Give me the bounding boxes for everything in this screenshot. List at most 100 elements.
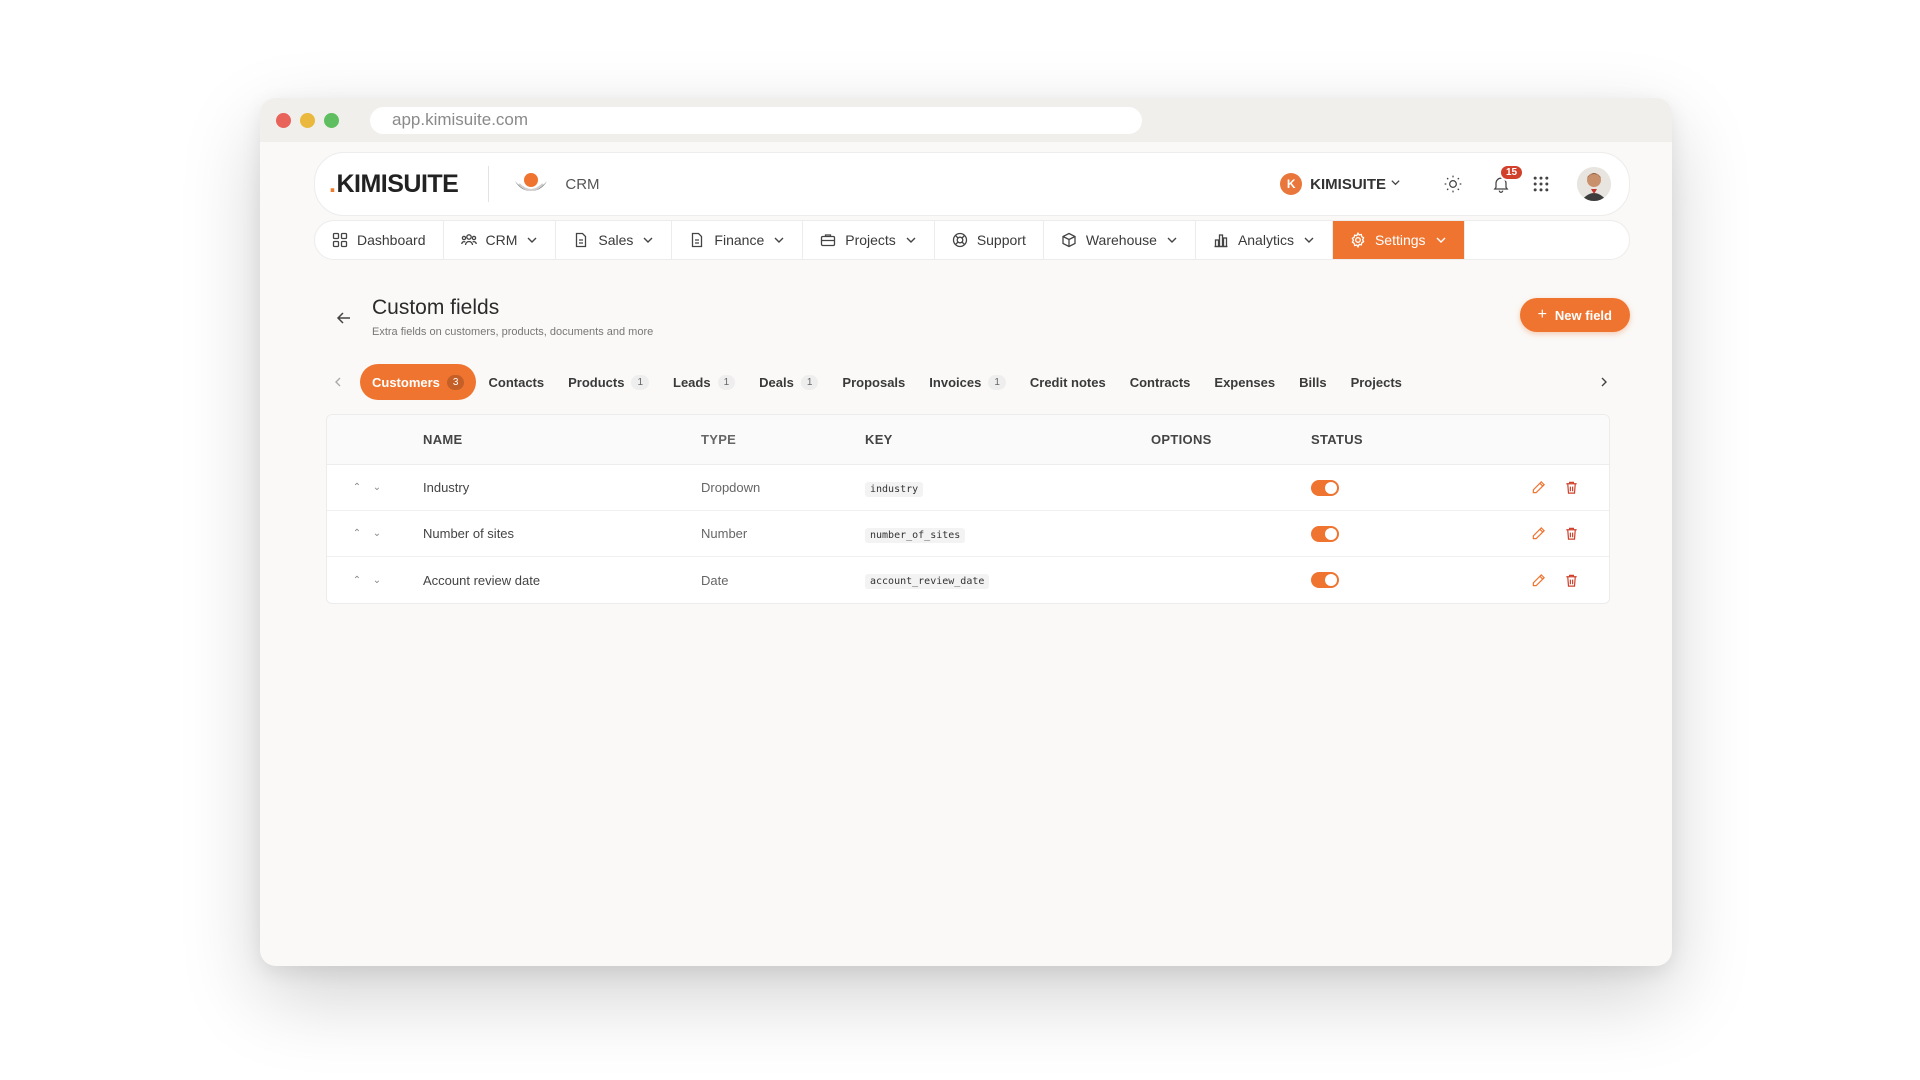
row-actions bbox=[1521, 573, 1609, 588]
status-toggle[interactable] bbox=[1311, 525, 1339, 542]
brand-dot: . bbox=[329, 169, 336, 198]
brand-logo[interactable]: . KIMISUITE bbox=[329, 169, 459, 199]
move-up-icon[interactable]: ⌃ bbox=[351, 528, 363, 539]
dashboard-icon bbox=[332, 232, 348, 248]
move-up-icon[interactable]: ⌃ bbox=[351, 482, 363, 493]
status-cell bbox=[1311, 525, 1521, 542]
edit-icon[interactable] bbox=[1531, 526, 1546, 541]
menu-item-projects[interactable]: Projects bbox=[803, 221, 935, 259]
page-title: Custom fields bbox=[372, 296, 500, 319]
edit-icon[interactable] bbox=[1531, 480, 1546, 495]
menu-label: Projects bbox=[845, 232, 896, 248]
box-icon bbox=[1062, 232, 1076, 248]
field-key-cell: industry bbox=[865, 479, 1151, 497]
trash-icon[interactable] bbox=[1564, 526, 1579, 541]
chevron-right-icon[interactable] bbox=[1594, 372, 1614, 392]
field-name: Account review date bbox=[423, 572, 541, 588]
move-down-icon[interactable]: ⌄ bbox=[371, 528, 383, 539]
row-actions bbox=[1521, 480, 1609, 495]
tab-deals[interactable]: Deals 1 bbox=[747, 364, 830, 400]
tab-customers[interactable]: Customers 3 bbox=[360, 364, 477, 400]
table-row: ⌃ ⌄ Number of sites Number number_of_sit… bbox=[327, 511, 1609, 557]
menu-item-settings[interactable]: Settings bbox=[1332, 221, 1465, 259]
tab-leads[interactable]: Leads 1 bbox=[661, 364, 747, 400]
tab-label: Bills bbox=[1299, 374, 1327, 390]
app-container: . KIMISUITE CRM K KIMISUITE 15 Dashboard… bbox=[260, 142, 1672, 604]
tab-credit-notes[interactable]: Credit notes bbox=[1018, 364, 1118, 400]
menu-label: Warehouse bbox=[1085, 232, 1157, 248]
user-avatar[interactable] bbox=[1577, 167, 1611, 201]
plus-icon: + bbox=[1537, 306, 1547, 323]
field-type: Number bbox=[701, 526, 748, 541]
move-down-icon[interactable]: ⌄ bbox=[371, 575, 383, 586]
new-field-button[interactable]: + New field bbox=[1519, 298, 1630, 332]
tab-projects[interactable]: Projects bbox=[1339, 364, 1414, 400]
chevron-down-icon bbox=[774, 237, 784, 243]
organization-switcher[interactable]: K KIMISUITE bbox=[1280, 173, 1401, 195]
new-field-label: New field bbox=[1554, 307, 1612, 323]
bell-icon[interactable]: 15 bbox=[1489, 164, 1525, 196]
tab-proposals[interactable]: Proposals bbox=[830, 364, 917, 400]
menu-item-sales[interactable]: Sales bbox=[556, 221, 673, 259]
status-toggle[interactable] bbox=[1311, 479, 1339, 496]
tab-count: 1 bbox=[631, 374, 650, 390]
status-toggle[interactable] bbox=[1311, 572, 1339, 588]
edit-icon[interactable] bbox=[1531, 573, 1546, 588]
address-bar[interactable]: app.kimisuite.com bbox=[370, 106, 1142, 134]
bar-chart-icon bbox=[1214, 234, 1228, 248]
minimize-window-button[interactable] bbox=[300, 112, 315, 128]
trash-icon[interactable] bbox=[1564, 480, 1579, 495]
menu-label: Settings bbox=[1374, 232, 1426, 248]
tab-contracts[interactable]: Contracts bbox=[1118, 364, 1203, 400]
maximize-window-button[interactable] bbox=[324, 112, 339, 128]
sun-icon[interactable] bbox=[1441, 172, 1465, 196]
tab-label: Deals bbox=[759, 374, 794, 390]
menu-label: Dashboard bbox=[357, 232, 426, 248]
menu-label: Support bbox=[976, 232, 1026, 248]
tab-label: Invoices bbox=[929, 374, 982, 390]
chevron-left-icon[interactable] bbox=[328, 372, 348, 392]
menu-item-warehouse[interactable]: Warehouse bbox=[1044, 221, 1196, 259]
tab-label: Contracts bbox=[1129, 374, 1191, 390]
menu-item-finance[interactable]: Finance bbox=[672, 221, 804, 259]
menu-item-dashboard[interactable]: Dashboard bbox=[315, 221, 444, 259]
chevron-down-icon bbox=[906, 237, 916, 243]
chevron-down-icon bbox=[1167, 237, 1177, 243]
gear-icon bbox=[1351, 232, 1365, 248]
menu-item-crm[interactable]: CRM bbox=[444, 221, 557, 259]
field-key-cell: account_review_date bbox=[865, 571, 1151, 589]
main-menu: Dashboard CRM Sales Finance Projects Sup… bbox=[314, 220, 1630, 260]
tab-invoices[interactable]: Invoices 1 bbox=[917, 364, 1018, 400]
sort-controls: ⌃ ⌄ bbox=[327, 528, 423, 539]
apps-grid-icon[interactable] bbox=[1529, 172, 1553, 196]
topbar-divider bbox=[488, 166, 490, 202]
tab-label: Credit notes bbox=[1029, 374, 1106, 390]
header-status: STATUS bbox=[1311, 432, 1363, 447]
trash-icon[interactable] bbox=[1564, 573, 1579, 588]
tab-products[interactable]: Products 1 bbox=[556, 364, 661, 400]
field-key: number_of_sites bbox=[865, 527, 966, 543]
menu-item-support[interactable]: Support bbox=[935, 221, 1044, 259]
lifebuoy-icon bbox=[952, 232, 967, 248]
tab-bills[interactable]: Bills bbox=[1287, 364, 1338, 400]
chevron-down-icon bbox=[1304, 237, 1314, 243]
tab-count: 3 bbox=[446, 374, 465, 390]
back-arrow-icon[interactable] bbox=[336, 310, 352, 326]
status-cell bbox=[1311, 572, 1521, 588]
tab-contacts[interactable]: Contacts bbox=[476, 364, 556, 400]
chevron-down-icon bbox=[527, 237, 537, 243]
close-window-button[interactable] bbox=[276, 112, 291, 128]
tab-count: 1 bbox=[988, 374, 1006, 390]
menu-item-analytics[interactable]: Analytics bbox=[1196, 221, 1333, 259]
row-actions bbox=[1521, 526, 1609, 541]
document-icon bbox=[692, 232, 703, 248]
tab-label: Customers bbox=[372, 374, 440, 390]
header-name: NAME bbox=[423, 432, 463, 447]
header-options: OPTIONS bbox=[1151, 432, 1212, 447]
move-down-icon[interactable]: ⌄ bbox=[371, 482, 383, 493]
crm-module-icon bbox=[511, 169, 551, 199]
move-up-icon[interactable]: ⌃ bbox=[351, 575, 363, 586]
field-name: Industry bbox=[423, 480, 470, 495]
chevron-down-icon bbox=[1436, 237, 1446, 243]
tab-expenses[interactable]: Expenses bbox=[1202, 364, 1287, 400]
